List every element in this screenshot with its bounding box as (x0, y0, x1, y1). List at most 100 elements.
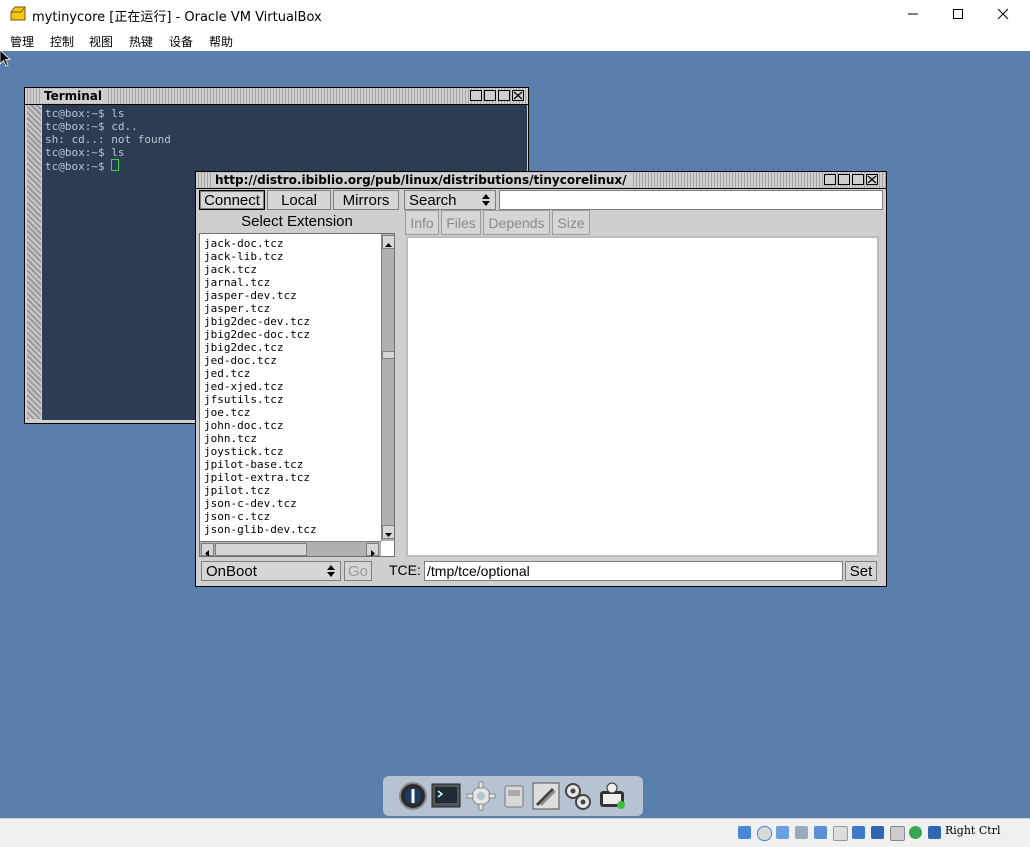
install-mode-select[interactable]: OnBoot (201, 561, 341, 581)
extension-list[interactable]: jack-doc.tcz jack-lib.tcz jack.tcz jarnal.t… (199, 233, 395, 557)
extension-list-item[interactable]: jpilot-base.tcz (204, 458, 303, 471)
menu-devices[interactable]: 设备 (169, 33, 193, 50)
extension-list-item[interactable]: john.tcz (204, 432, 257, 445)
guest-desktop[interactable]: Terminal tc@box:~$ ls tc@box:~$ cd.. sh:… (0, 51, 1030, 818)
menu-hotkeys[interactable]: 热键 (129, 33, 153, 50)
extension-list-item[interactable]: json-c-dev.tcz (204, 497, 297, 510)
virtualbox-icon (10, 6, 26, 21)
apps-maximize-button[interactable] (852, 174, 864, 185)
menu-manage[interactable]: 管理 (10, 33, 34, 50)
search-input[interactable] (499, 190, 883, 210)
settings-gear-icon[interactable] (466, 781, 496, 811)
apps-installer-icon[interactable] (597, 781, 627, 811)
apps-close-button[interactable] (866, 174, 878, 185)
terminal-cursor (111, 159, 120, 171)
extension-info-pane[interactable] (406, 236, 879, 557)
terminal-scrollbar[interactable] (27, 105, 41, 419)
services-gears-icon[interactable] (563, 781, 593, 811)
extension-list-item[interactable]: joystick.tcz (204, 445, 283, 458)
terminal-prompt-line: tc@box:~$ (45, 159, 120, 173)
control-panel-icon[interactable] (531, 781, 561, 811)
list-vertical-scrollbar[interactable] (381, 234, 394, 541)
extension-list-item[interactable]: jack-doc.tcz (204, 237, 283, 250)
terminal-title-bar[interactable]: Terminal (25, 88, 528, 105)
minimize-button[interactable] (890, 0, 936, 28)
extension-list-item[interactable]: jasper-dev.tcz (204, 289, 297, 302)
menu-help[interactable]: 帮助 (209, 33, 233, 50)
extension-list-item[interactable]: jack.tcz (204, 263, 257, 276)
extension-list-item[interactable]: jed-doc.tcz (204, 354, 277, 367)
close-button[interactable] (980, 0, 1026, 28)
extension-list-item[interactable]: jbig2dec-doc.tcz (204, 328, 310, 341)
extension-list-item[interactable]: jed.tcz (204, 367, 250, 380)
usb-icon[interactable] (814, 826, 827, 839)
extension-list-item[interactable]: joe.tcz (204, 406, 250, 419)
extension-list-item[interactable]: jack-lib.tcz (204, 250, 283, 263)
terminal-prompt: tc@box:~$ (45, 160, 112, 173)
menu-control[interactable]: 控制 (50, 33, 74, 50)
connect-button[interactable]: Connect (199, 190, 265, 210)
scroll-left-button[interactable] (201, 543, 214, 556)
arrow-right-icon (371, 550, 375, 556)
audio-icon[interactable] (776, 826, 789, 839)
extension-list-item[interactable]: jbig2dec-dev.tcz (204, 315, 310, 328)
apps-window[interactable]: http://distro.ibiblio.org/pub/linux/dist… (195, 171, 887, 587)
apps-title: http://distro.ibiblio.org/pub/linux/dist… (211, 173, 631, 187)
search-mode-value: Search (409, 191, 457, 209)
extension-list-item[interactable]: json-c.tcz (204, 510, 270, 523)
horizontal-scroll-thumb[interactable] (215, 543, 307, 556)
close-icon (867, 175, 877, 184)
menu-bar (0, 28, 1030, 51)
display-icon[interactable] (852, 826, 865, 839)
tab-size[interactable]: Size (552, 210, 590, 235)
menu-view[interactable]: 视图 (89, 33, 113, 50)
tab-depends[interactable]: Depends (483, 210, 550, 235)
go-button[interactable]: Go (344, 561, 372, 581)
apps-minimize-button[interactable] (824, 174, 836, 185)
apps-shade-button[interactable] (838, 174, 850, 185)
extension-list-item[interactable]: john-doc.tcz (204, 419, 283, 432)
scroll-up-button[interactable] (382, 235, 394, 249)
search-mode-select[interactable]: Search (404, 190, 496, 210)
shared-folder-icon[interactable] (833, 826, 848, 841)
cpu-icon[interactable] (890, 826, 905, 841)
terminal-close-button[interactable] (512, 90, 524, 101)
arrow-up-icon (385, 243, 392, 247)
mount-drive-icon[interactable] (499, 781, 529, 811)
extension-list-item[interactable]: jpilot.tcz (204, 484, 270, 497)
extension-list-item[interactable]: jarnal.tcz (204, 276, 270, 289)
extension-list-item[interactable]: jed-xjed.tcz (204, 380, 283, 393)
extension-list-item[interactable]: jasper.tcz (204, 302, 270, 315)
local-button[interactable]: Local (267, 190, 331, 210)
network-icon[interactable] (795, 826, 808, 839)
minimize-icon (908, 13, 918, 15)
tab-files[interactable]: Files (441, 210, 481, 235)
list-horizontal-scrollbar[interactable] (200, 541, 381, 556)
extension-list-item[interactable]: jbig2dec.tcz (204, 341, 283, 354)
tce-label: TCE: (389, 562, 421, 578)
tab-info[interactable]: Info (405, 210, 439, 235)
scroll-thumb[interactable] (382, 351, 394, 359)
set-button[interactable]: Set (845, 561, 877, 581)
virtualization-icon[interactable] (909, 826, 922, 839)
extension-list-item[interactable]: json-glib-dev.tcz (204, 523, 317, 536)
tce-path-input[interactable] (424, 561, 843, 581)
terminal-shade-button[interactable] (484, 90, 496, 101)
terminal-minimize-button[interactable] (470, 90, 482, 101)
optical-drive-icon[interactable] (738, 826, 751, 839)
scroll-right-button[interactable] (366, 543, 379, 556)
cd-icon[interactable] (757, 826, 772, 841)
scroll-down-button[interactable] (382, 525, 394, 539)
power-icon[interactable] (398, 781, 428, 811)
mouse-pointer-icon (0, 50, 12, 67)
extension-list-item[interactable]: jpilot-extra.tcz (204, 471, 310, 484)
mouse-integration-icon[interactable] (928, 826, 941, 839)
video-capture-icon[interactable] (871, 826, 884, 839)
extension-list-item[interactable]: jfsutils.tcz (204, 393, 283, 406)
terminal-icon[interactable] (431, 781, 461, 811)
mirrors-button[interactable]: Mirrors (333, 190, 399, 210)
terminal-maximize-button[interactable] (498, 90, 510, 101)
apps-title-bar[interactable]: http://distro.ibiblio.org/pub/linux/dist… (196, 172, 886, 189)
maximize-icon (953, 9, 963, 19)
maximize-button[interactable] (935, 0, 981, 28)
